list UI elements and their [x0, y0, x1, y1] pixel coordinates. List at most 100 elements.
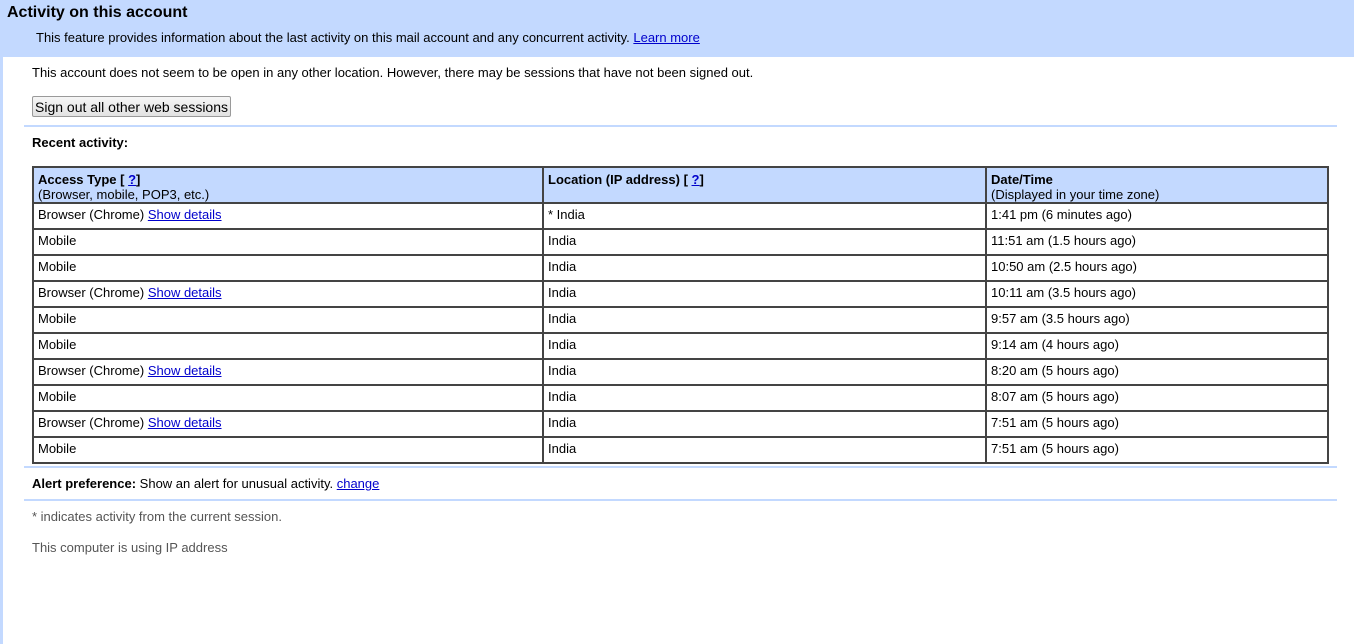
alert-text: Show an alert for unusual activity. — [139, 476, 334, 491]
location-cell: India — [542, 280, 987, 308]
location: India — [548, 285, 577, 300]
header-datetime: Date/Time (Displayed in your time zone) — [985, 166, 1329, 204]
datetime: 11:51 am (1.5 hours ago) — [991, 233, 1137, 248]
status-text: This account does not seem to be open in… — [32, 65, 754, 80]
access-type: Mobile — [38, 259, 77, 274]
show-details-link[interactable]: Show details — [148, 207, 222, 222]
access-type-cell: Browser (Chrome) Show details — [32, 202, 544, 230]
datetime: 10:50 am (2.5 hours ago) — [991, 259, 1137, 274]
table-row: Mobile India 9:57 am (3.5 hours ago) — [32, 306, 1329, 334]
access-type-cell: Mobile — [32, 306, 544, 334]
table-row: Browser (Chrome) Show details India 7:51 a… — [32, 410, 1329, 438]
location-cell: India — [542, 306, 987, 334]
table-row: Mobile India 9:14 am (4 hours ago) — [32, 332, 1329, 360]
show-details-link[interactable]: Show details — [148, 415, 222, 430]
datetime: 10:11 am (3.5 hours ago) — [991, 285, 1137, 300]
table-row: Mobile India 11:51 am (1.5 hours ago) — [32, 228, 1329, 256]
datetime-cell: 7:51 am (5 hours ago) — [985, 436, 1329, 464]
datetime: 7:51 am (5 hours ago) — [991, 415, 1119, 430]
datetime: 8:20 am (5 hours ago) — [991, 363, 1119, 378]
activity-table: Access Type [ ?] (Browser, mobile, POP3,… — [32, 166, 1329, 464]
datetime: 9:57 am (3.5 hours ago) — [991, 311, 1130, 326]
access-type: Browser (Chrome) — [38, 363, 145, 378]
page-title: Activity on this account — [7, 4, 188, 21]
show-details-link[interactable]: Show details — [148, 285, 222, 300]
divider — [24, 125, 1337, 127]
table-row: Browser (Chrome) Show details India 10:11 … — [32, 280, 1329, 308]
datetime-cell: 9:57 am (3.5 hours ago) — [985, 306, 1329, 334]
location-cell: India — [542, 384, 987, 412]
datetime: 8:07 am (5 hours ago) — [991, 389, 1119, 404]
page-subtitle: This feature provides information about … — [36, 30, 700, 45]
location: India — [548, 337, 577, 352]
recent-activity-label: Recent activity: — [32, 135, 129, 150]
divider — [24, 499, 1337, 501]
access-type-help-link[interactable]: ? — [128, 172, 136, 187]
access-type-cell: Mobile — [32, 228, 544, 256]
datetime: 9:14 am (4 hours ago) — [991, 337, 1119, 352]
access-type-cell: Mobile — [32, 436, 544, 464]
datetime-cell: 9:14 am (4 hours ago) — [985, 332, 1329, 360]
location-cell: India — [542, 332, 987, 360]
access-type: Mobile — [38, 233, 77, 248]
datetime: 1:41 pm (6 minutes ago) — [991, 207, 1132, 222]
alert-label: Alert preference: — [32, 476, 137, 491]
sign-out-other-sessions-button[interactable]: Sign out all other web sessions — [32, 96, 231, 117]
location-cell: India — [542, 410, 987, 438]
header-access-type: Access Type [ ?] (Browser, mobile, POP3,… — [32, 166, 544, 204]
table-row: Mobile India 8:07 am (5 hours ago) — [32, 384, 1329, 412]
access-type: Mobile — [38, 441, 77, 456]
access-type: Browser (Chrome) — [38, 207, 145, 222]
datetime-cell: 10:11 am (3.5 hours ago) — [985, 280, 1329, 308]
location: India — [548, 233, 577, 248]
location: India — [548, 311, 577, 326]
access-type: Mobile — [38, 311, 77, 326]
header-datetime-sub: (Displayed in your time zone) — [991, 187, 1160, 202]
location-cell: * India — [542, 202, 987, 230]
access-type: Browser (Chrome) — [38, 415, 145, 430]
access-type: Browser (Chrome) — [38, 285, 145, 300]
datetime-cell: 8:07 am (5 hours ago) — [985, 384, 1329, 412]
alert-preference: Alert preference: Show an alert for unus… — [32, 476, 379, 491]
change-alert-link[interactable]: change — [337, 476, 380, 491]
access-type: Mobile — [38, 337, 77, 352]
access-type-cell: Browser (Chrome) Show details — [32, 280, 544, 308]
location-cell: India — [542, 228, 987, 256]
datetime-cell: 1:41 pm (6 minutes ago) — [985, 202, 1329, 230]
table-row: Mobile India 10:50 am (2.5 hours ago) — [32, 254, 1329, 282]
show-details-link[interactable]: Show details — [148, 363, 222, 378]
location: India — [548, 441, 577, 456]
location-cell: India — [542, 436, 987, 464]
location: India — [548, 259, 577, 274]
subtitle-text: This feature provides information about … — [36, 30, 630, 45]
location-cell: India — [542, 254, 987, 282]
datetime-cell: 7:51 am (5 hours ago) — [985, 410, 1329, 438]
datetime-cell: 8:20 am (5 hours ago) — [985, 358, 1329, 386]
ip-address-text: This computer is using IP address — [32, 540, 228, 555]
location: India — [548, 363, 577, 378]
table-row: Browser (Chrome) Show details * India 1:41… — [32, 202, 1329, 230]
access-type: Mobile — [38, 389, 77, 404]
access-type-cell: Mobile — [32, 332, 544, 360]
datetime: 7:51 am (5 hours ago) — [991, 441, 1119, 456]
access-type-cell: Browser (Chrome) Show details — [32, 358, 544, 386]
access-type-cell: Mobile — [32, 384, 544, 412]
datetime-cell: 10:50 am (2.5 hours ago) — [985, 254, 1329, 282]
location: India — [548, 415, 577, 430]
location-cell: India — [542, 358, 987, 386]
current-session-footnote: * indicates activity from the current se… — [32, 509, 282, 524]
header-banner: Activity on this account This feature pr… — [0, 0, 1354, 57]
left-border — [0, 0, 3, 644]
table-row: Browser (Chrome) Show details India 8:20 a… — [32, 358, 1329, 386]
location: * India — [548, 207, 585, 222]
learn-more-link[interactable]: Learn more — [633, 30, 699, 45]
datetime-cell: 11:51 am (1.5 hours ago) — [985, 228, 1329, 256]
table-row: Mobile India 7:51 am (5 hours ago) — [32, 436, 1329, 464]
header-access-type-sub: (Browser, mobile, POP3, etc.) — [38, 187, 210, 202]
access-type-cell: Browser (Chrome) Show details — [32, 410, 544, 438]
divider — [24, 466, 1337, 468]
access-type-cell: Mobile — [32, 254, 544, 282]
location: India — [548, 389, 577, 404]
header-location: Location (IP address) [ ?] — [542, 166, 987, 204]
table-header-row: Access Type [ ?] (Browser, mobile, POP3,… — [32, 166, 1329, 204]
